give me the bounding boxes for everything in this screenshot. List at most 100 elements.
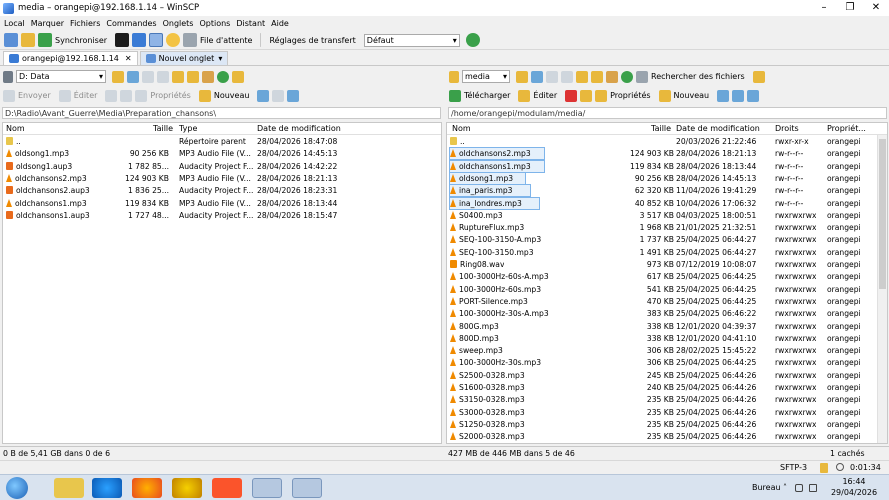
table-row[interactable]: oldchansons2.mp3 124 903 KB 28/04/2026 18:… bbox=[447, 147, 887, 161]
column-name[interactable]: Nom bbox=[6, 124, 25, 133]
scrollbar-thumb[interactable] bbox=[879, 139, 886, 289]
clock-time[interactable]: 16:44 bbox=[824, 477, 884, 486]
edit-button[interactable]: Éditer bbox=[533, 91, 557, 100]
table-row[interactable]: 100-3000Hz-30s-A.mp3 383 KB 25/04/2025 06:… bbox=[447, 308, 887, 320]
rename-icon[interactable] bbox=[580, 89, 593, 102]
column-type[interactable]: Type bbox=[179, 124, 197, 133]
table-row[interactable]: S3150-0328.mp3 235 KB 25/04/2025 06:44:26 r… bbox=[447, 394, 887, 406]
delete-icon[interactable] bbox=[105, 89, 118, 102]
properties-button[interactable]: Propriétés bbox=[150, 91, 190, 100]
column-size[interactable]: Taille bbox=[153, 124, 173, 133]
delete-icon[interactable] bbox=[565, 89, 578, 102]
synchronize-icon[interactable] bbox=[38, 33, 52, 47]
select-filter-icon[interactable] bbox=[747, 89, 760, 102]
column-date[interactable]: Date de modification bbox=[257, 124, 341, 133]
transfer-settings-select[interactable]: Défaut bbox=[363, 33, 460, 47]
menu-options[interactable]: Options bbox=[199, 19, 230, 28]
clock-date[interactable]: 29/04/2026 bbox=[824, 488, 884, 497]
edge-icon[interactable] bbox=[92, 478, 122, 498]
filter-icon[interactable] bbox=[127, 70, 139, 83]
refresh-icon[interactable] bbox=[217, 70, 229, 83]
root-folder-icon[interactable] bbox=[591, 70, 603, 83]
menu-aide[interactable]: Aide bbox=[271, 19, 289, 28]
table-row[interactable]: oldsong1.mp3 90 256 KB 28/04/2026 14:45:13… bbox=[447, 171, 887, 185]
maximize-button[interactable]: ❐ bbox=[837, 0, 863, 16]
plus-icon[interactable] bbox=[717, 89, 730, 102]
menu-fichiers[interactable]: Fichiers bbox=[70, 19, 100, 28]
refresh-icon[interactable] bbox=[621, 70, 633, 83]
tree-icon[interactable] bbox=[232, 70, 244, 83]
send-button[interactable]: Envoyer bbox=[18, 91, 51, 100]
table-row[interactable]: sweep.mp3 306 KB 28/02/2025 15:45:22 rwxrwx… bbox=[447, 345, 887, 357]
rename-icon[interactable] bbox=[120, 89, 133, 102]
table-row[interactable]: oldsong1.aup3 1 782 85... Audacity Project… bbox=[3, 161, 441, 173]
column-rights[interactable]: Droits bbox=[775, 124, 799, 133]
add-session-icon[interactable] bbox=[4, 33, 18, 47]
network-icon[interactable] bbox=[795, 484, 803, 492]
remote-folder-select[interactable]: media bbox=[462, 70, 510, 83]
table-row[interactable]: Ring08.wav 973 KB 07/12/2019 10:08:07 rwxrw… bbox=[447, 259, 887, 271]
close-button[interactable]: ✕ bbox=[863, 0, 889, 16]
queue-button[interactable]: File d'attente bbox=[200, 36, 252, 45]
table-row[interactable]: S0400.mp3 3 517 KB 04/03/2025 18:00:51 rwxr… bbox=[447, 210, 887, 222]
find-files-icon[interactable] bbox=[636, 70, 648, 83]
table-row[interactable]: S1600-0328.mp3 240 KB 25/04/2025 06:44:26 r… bbox=[447, 382, 887, 394]
file-explorer-icon[interactable] bbox=[54, 478, 84, 498]
forward-icon[interactable] bbox=[157, 70, 169, 83]
properties-button[interactable]: Propriétés bbox=[610, 91, 650, 100]
audacity-icon[interactable] bbox=[252, 478, 282, 498]
table-row[interactable]: 100-3000Hz-60s.mp3 541 KB 25/04/2025 06:44… bbox=[447, 284, 887, 296]
table-row[interactable]: S2500-0328.mp3 245 KB 25/04/2025 06:44:26 r… bbox=[447, 370, 887, 382]
minus-icon[interactable] bbox=[732, 89, 745, 102]
column-owner[interactable]: Propriét... bbox=[827, 124, 866, 133]
select-filter-icon[interactable] bbox=[287, 89, 300, 102]
table-row[interactable]: ina_paris.mp3 62 320 KB 11/04/2026 19:41:2… bbox=[447, 184, 887, 198]
tab-session[interactable]: orangepi@192.168.1.14 ✕ bbox=[3, 51, 138, 65]
table-row[interactable]: 100-3000Hz-60s-A.mp3 617 KB 25/04/2025 06:… bbox=[447, 271, 887, 283]
winscp-taskbar-icon[interactable] bbox=[292, 478, 322, 498]
speaker-icon[interactable] bbox=[809, 484, 817, 492]
root-folder-icon[interactable] bbox=[187, 70, 199, 83]
column-size[interactable]: Taille bbox=[651, 124, 671, 133]
menu-marquer[interactable]: Marquer bbox=[31, 19, 64, 28]
download-button[interactable]: Télécharger bbox=[464, 91, 510, 100]
column-date[interactable]: Date de modification bbox=[676, 124, 760, 133]
menu-onglets[interactable]: Onglets bbox=[163, 19, 194, 28]
minimize-button[interactable]: – bbox=[811, 0, 837, 16]
local-drive-select[interactable]: D: Data bbox=[16, 70, 106, 83]
chevron-down-icon[interactable]: ▾ bbox=[218, 54, 222, 63]
open-folder-icon[interactable] bbox=[112, 70, 124, 83]
table-row[interactable]: S3000-0328.mp3 235 KB 25/04/2025 06:44:26 r… bbox=[447, 407, 887, 419]
table-row[interactable]: PORT-Silence.mp3 470 KB 25/04/2025 06:44:2… bbox=[447, 296, 887, 308]
preferences-icon[interactable] bbox=[149, 33, 164, 47]
start-button[interactable] bbox=[6, 477, 28, 499]
plus-icon[interactable] bbox=[257, 89, 270, 102]
table-row[interactable]: oldsong1.mp3 90 256 KB MP3 Audio File (V..… bbox=[3, 148, 441, 160]
table-row[interactable]: SEQ-100-3150-A.mp3 1 737 KB 25/04/2025 06:… bbox=[447, 234, 887, 246]
firefox-icon[interactable] bbox=[132, 478, 162, 498]
gear-icon[interactable] bbox=[166, 33, 181, 47]
table-row[interactable]: oldchansons2.mp3 124 903 KB MP3 Audio File… bbox=[3, 173, 441, 185]
tab-new[interactable]: Nouvel onglet ▾ bbox=[139, 51, 229, 65]
table-row[interactable]: S1250-0328.mp3 235 KB 25/04/2025 06:44:26 r… bbox=[447, 419, 887, 431]
local-path[interactable]: D:\Radio\Avant_Guerre\Media\Preparation_… bbox=[2, 107, 441, 119]
open-folder-icon[interactable] bbox=[516, 70, 528, 83]
brave-icon[interactable] bbox=[212, 478, 242, 498]
table-row[interactable]: 800D.mp3 338 KB 12/01/2020 04:41:10 rwxrwxr… bbox=[447, 333, 887, 345]
sessions-icon[interactable] bbox=[132, 33, 147, 47]
table-row[interactable]: oldchansons1.aup3 1 727 48... Audacity Pro… bbox=[3, 210, 441, 222]
new-button[interactable]: Nouveau bbox=[214, 91, 250, 100]
table-row[interactable]: SEQ-100-3150.mp3 1 491 KB 25/04/2025 06:44… bbox=[447, 247, 887, 259]
remote-path[interactable]: /home/orangepi/modulam/media/ bbox=[448, 107, 887, 119]
table-row[interactable]: 100-3000Hz-30s.mp3 306 KB 25/04/2025 06:44… bbox=[447, 357, 887, 369]
sync-folders-icon[interactable] bbox=[21, 33, 35, 47]
table-row[interactable]: S2000-0328.mp3 235 KB 25/04/2025 06:44:26 r… bbox=[447, 431, 887, 443]
menu-commandes[interactable]: Commandes bbox=[106, 19, 156, 28]
table-row[interactable]: RuptureFlux.mp3 1 968 KB 21/01/2025 21:32:… bbox=[447, 222, 887, 234]
synchronize-button[interactable]: Synchroniser bbox=[55, 36, 107, 45]
table-row[interactable]: 800G.mp3 338 KB 12/01/2020 04:39:37 rwxrwxr… bbox=[447, 321, 887, 333]
new-button[interactable]: Nouveau bbox=[674, 91, 710, 100]
back-icon[interactable] bbox=[142, 70, 154, 83]
close-tab-icon[interactable]: ✕ bbox=[125, 54, 132, 63]
browser-icon[interactable] bbox=[172, 478, 202, 498]
